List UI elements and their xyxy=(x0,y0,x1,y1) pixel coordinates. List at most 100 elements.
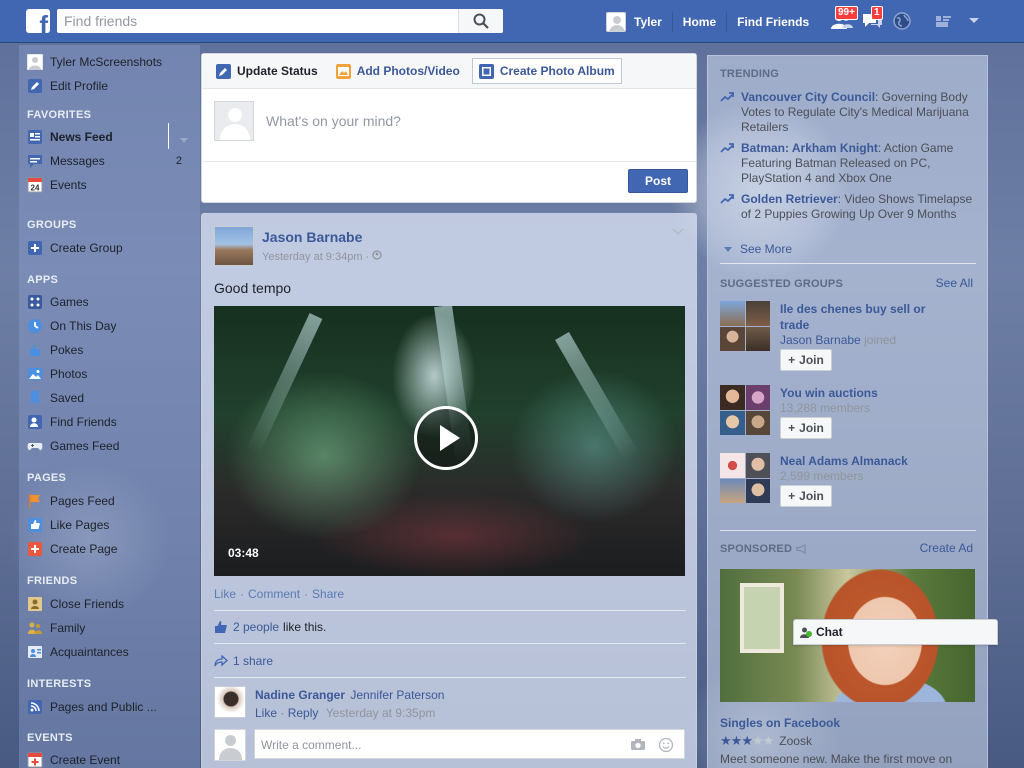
see-more-trending[interactable]: See More xyxy=(724,242,792,256)
ad-body: Meet someone new. Make the first move on xyxy=(720,752,953,766)
sponsored-label: SPONSORED xyxy=(720,543,793,555)
sidebar-item-events[interactable]: 24 Events xyxy=(27,175,192,195)
profile-link[interactable]: Tyler xyxy=(634,12,673,32)
join-group-button[interactable]: + Join xyxy=(780,349,832,371)
trending-topic[interactable]: Golden Retriever xyxy=(741,192,838,206)
sidebar-item-create-event[interactable]: Create Event xyxy=(27,750,192,768)
sidebar-item-label: Create Page xyxy=(50,542,118,556)
group-thumbnails[interactable] xyxy=(720,453,770,503)
trending-item[interactable]: Vancouver City Council: Governing Body V… xyxy=(720,90,975,135)
tab-create-photo-album[interactable]: Create Photo Album xyxy=(471,58,622,84)
group-thumbnails[interactable] xyxy=(720,385,770,435)
post-button[interactable]: Post xyxy=(628,169,688,193)
privacy-shortcuts[interactable] xyxy=(929,8,959,34)
sidebar-item-like-pages[interactable]: Like Pages xyxy=(27,515,192,535)
comment-link[interactable]: Comment xyxy=(248,587,300,601)
chevron-down-icon[interactable] xyxy=(180,133,188,147)
sidebar-item-label: Close Friends xyxy=(50,597,125,611)
timestamp-text[interactable]: Yesterday at 9:34pm xyxy=(262,251,363,263)
group-name[interactable]: You win auctions xyxy=(780,385,950,401)
divider xyxy=(214,677,686,678)
sidebar-item-label: Pages and Public ... xyxy=(50,700,157,714)
facebook-logo-icon[interactable]: f xyxy=(26,9,50,33)
search-button[interactable] xyxy=(458,9,503,33)
shares-link[interactable]: 1 share xyxy=(233,654,273,668)
comment-reply-link[interactable]: Reply xyxy=(288,706,319,720)
group-thumbnails[interactable] xyxy=(720,301,770,351)
sidebar-item-games-feed[interactable]: Games Feed xyxy=(27,436,192,456)
sidebar-item-messages[interactable]: Messages 2 xyxy=(27,151,192,171)
chat-bar[interactable]: Chat xyxy=(793,619,998,645)
comment-like-link[interactable]: Like xyxy=(255,706,277,720)
sidebar-item-pokes[interactable]: Pokes xyxy=(27,340,192,360)
tab-add-photos[interactable]: Add Photos/Video xyxy=(330,58,466,84)
sidebar-item-profile[interactable]: Tyler McScreenshots xyxy=(27,52,192,72)
comment-input[interactable] xyxy=(261,736,621,754)
group-member-link[interactable]: Jason Barnabe xyxy=(780,333,861,347)
messages-badge: 1 xyxy=(871,6,883,20)
pencil-icon xyxy=(27,78,43,94)
home-link[interactable]: Home xyxy=(673,12,728,32)
account-menu[interactable] xyxy=(959,8,989,34)
star-icon: ★ xyxy=(730,733,743,748)
create-ad-link[interactable]: Create Ad xyxy=(920,541,973,555)
play-icon[interactable] xyxy=(414,406,478,470)
commenter-avatar[interactable] xyxy=(214,686,246,718)
search-input[interactable] xyxy=(57,9,458,33)
chevron-down-icon[interactable] xyxy=(672,228,684,236)
friend-requests-jewel[interactable]: 99+ xyxy=(827,6,858,34)
tagged-name[interactable]: Jennifer Paterson xyxy=(350,688,444,702)
see-all-groups-link[interactable]: See All xyxy=(936,276,973,290)
group-subtitle: 2,599 members xyxy=(780,469,864,483)
sidebar-item-acquaintances[interactable]: Acquaintances xyxy=(27,642,192,662)
ad-title[interactable]: Singles on Facebook xyxy=(720,716,840,730)
star-rating-icon: ★★★★★ xyxy=(720,733,774,749)
user-avatar[interactable] xyxy=(606,12,626,32)
camera-icon[interactable] xyxy=(630,738,646,751)
group-name[interactable]: Neal Adams Almanack xyxy=(780,453,950,469)
status-input[interactable] xyxy=(266,111,666,131)
tab-update-status[interactable]: Update Status xyxy=(210,58,324,84)
sidebar-item-pages-feed[interactable]: Pages Feed xyxy=(27,491,192,511)
trending-topic[interactable]: Batman: Arkham Knight xyxy=(741,141,878,155)
join-group-button[interactable]: + Join xyxy=(780,485,832,507)
join-group-button[interactable]: + Join xyxy=(780,417,832,439)
plus-icon: + xyxy=(788,353,796,367)
svg-text:24: 24 xyxy=(31,184,40,193)
sidebar-item-edit-profile[interactable]: Edit Profile xyxy=(27,76,192,96)
author-avatar[interactable] xyxy=(214,226,254,266)
author-name[interactable]: Jason Barnabe xyxy=(262,229,362,245)
sidebar-item-label: Find Friends xyxy=(50,415,117,429)
trending-item[interactable]: Batman: Arkham Knight: Action Game Featu… xyxy=(720,141,975,186)
notifications-jewel[interactable] xyxy=(887,8,917,34)
sidebar-item-label: Photos xyxy=(50,367,88,381)
find-friends-link[interactable]: Find Friends xyxy=(727,12,819,32)
group-name[interactable]: Ile des chenes buy sell or trade xyxy=(780,301,950,333)
messages-jewel[interactable]: 1 xyxy=(857,6,887,34)
likes-link[interactable]: 2 people xyxy=(233,620,279,634)
sidebar-item-saved[interactable]: Saved xyxy=(27,388,192,408)
sidebar-item-news-feed[interactable]: News Feed xyxy=(27,123,192,149)
sidebar-item-family[interactable]: Family xyxy=(27,618,192,638)
sidebar-item-on-this-day[interactable]: On This Day xyxy=(27,316,192,336)
sidebar-item-games[interactable]: Games xyxy=(27,292,192,312)
like-link[interactable]: Like xyxy=(214,587,236,601)
sidebar-item-create-page[interactable]: Create Page xyxy=(27,539,192,559)
comment-timestamp[interactable]: Yesterday at 9:35pm xyxy=(326,706,436,720)
sidebar-item-close-friends[interactable]: Close Friends xyxy=(27,594,192,614)
sidebar-item-create-group[interactable]: Create Group xyxy=(27,238,192,258)
trending-topic[interactable]: Vancouver City Council xyxy=(741,90,875,104)
commenter-name[interactable]: Nadine Granger xyxy=(255,688,345,702)
emoji-icon[interactable] xyxy=(658,737,674,753)
video-player[interactable]: 03:48 xyxy=(214,306,685,576)
sidebar-item-photos[interactable]: Photos xyxy=(27,364,192,384)
trending-item[interactable]: Golden Retriever: Video Shows Timelapse … xyxy=(720,192,975,222)
suggested-group: Ile des chenes buy sell or trade Jason B… xyxy=(720,301,980,371)
sidebar-item-pages-and-public[interactable]: Pages and Public ... xyxy=(27,697,192,717)
join-label: Join xyxy=(799,421,824,435)
find-friends-icon xyxy=(27,414,43,430)
friends-audience-icon[interactable] xyxy=(372,250,382,260)
share-link[interactable]: Share xyxy=(312,587,344,601)
sidebar-item-label: Create Event xyxy=(50,753,121,767)
sidebar-item-find-friends[interactable]: Find Friends xyxy=(27,412,192,432)
